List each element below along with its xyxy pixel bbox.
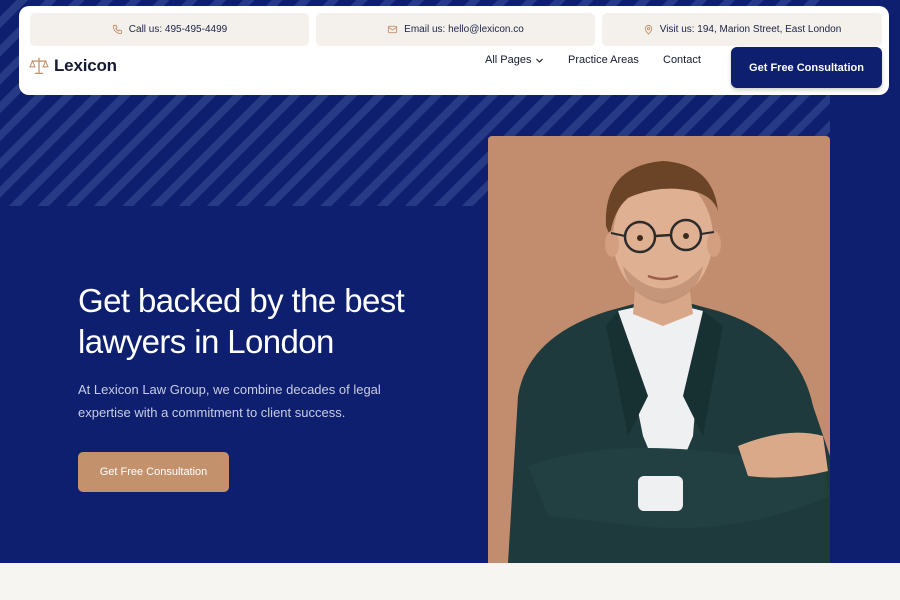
lawyer-portrait-image <box>488 136 830 563</box>
scales-icon <box>29 57 49 75</box>
hero-headline-line1: Get backed by the best <box>78 282 405 319</box>
address-text: Visit us: 194, Marion Street, East Londo… <box>659 24 842 35</box>
header-consultation-button[interactable]: Get Free Consultation <box>731 47 882 88</box>
nav-item-practice-areas[interactable]: Practice Areas <box>568 54 639 66</box>
brand-logo[interactable]: Lexicon <box>29 56 117 76</box>
hero-headline: Get backed by the best lawyers in London <box>78 280 478 362</box>
location-pin-icon <box>644 24 652 35</box>
mail-icon <box>388 25 398 34</box>
hero-subtext-line1: At Lexicon Law Group, we combine decades… <box>78 382 381 397</box>
next-section-band <box>0 563 900 600</box>
hero-subtext-line2: expertise with a commitment to client su… <box>78 405 346 420</box>
phone-text: Call us: 495-495-4499 <box>128 24 228 35</box>
chevron-down-icon <box>536 58 544 63</box>
email-text: Email us: hello@lexicon.co <box>404 24 524 35</box>
nav-item-label: Contact <box>663 54 701 66</box>
site-header: Call us: 495-495-4499 Email us: hello@le… <box>19 6 889 95</box>
phone-icon <box>112 24 122 35</box>
nav-item-contact[interactable]: Contact <box>663 54 701 66</box>
hero-consultation-button[interactable]: Get Free Consultation <box>78 452 229 492</box>
email-pill[interactable]: Email us: hello@lexicon.co <box>316 13 595 46</box>
lawyer-portrait-illustration <box>508 161 830 563</box>
phone-pill[interactable]: Call us: 495-495-4499 <box>30 13 309 46</box>
hero-subtext: At Lexicon Law Group, we combine decades… <box>78 378 438 424</box>
nav-item-all-pages[interactable]: All Pages <box>485 54 544 66</box>
nav-item-label: Practice Areas <box>568 54 639 66</box>
brand-name: Lexicon <box>54 56 117 75</box>
nav-item-label: All Pages <box>485 54 532 66</box>
hero-headline-line2: lawyers in London <box>78 323 334 360</box>
address-pill[interactable]: Visit us: 194, Marion Street, East Londo… <box>602 13 882 46</box>
